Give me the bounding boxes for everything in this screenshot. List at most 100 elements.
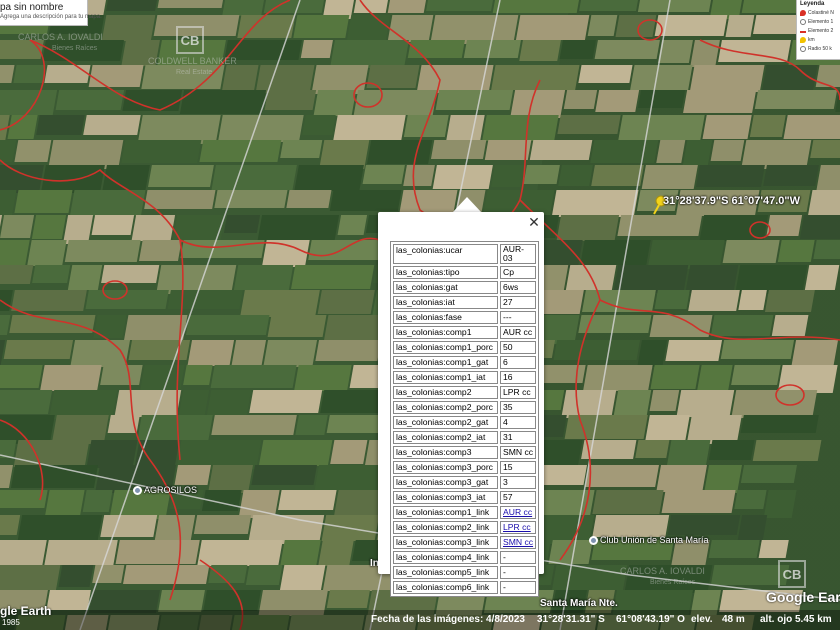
eye-altitude-readout: alt. ojo 5.45 km — [760, 614, 832, 625]
field-parcel — [176, 440, 262, 469]
field-parcel — [330, 40, 409, 68]
attribute-value: 6 — [500, 356, 537, 369]
soil-link[interactable]: SMN cc — [503, 537, 533, 547]
attribute-key: las_colonias:comp3_porc — [393, 461, 498, 474]
field-parcel — [286, 190, 332, 208]
field-parcel — [17, 515, 103, 540]
field-parcel — [11, 290, 87, 311]
field-parcel — [100, 365, 143, 385]
map-title[interactable]: pa sin nombre — [0, 2, 63, 13]
pushpin-label[interactable]: 31°28'37.9"S 61°07'47.0"W — [663, 195, 800, 207]
field-parcel — [137, 115, 221, 144]
field-parcel — [696, 365, 733, 393]
attribute-row: las_colonias:tipo Cp — [393, 266, 537, 279]
field-parcel — [816, 165, 840, 190]
field-parcel — [55, 90, 125, 110]
attribute-row: las_colonias:comp1_link AUR cc — [393, 506, 537, 519]
field-parcel — [255, 65, 315, 93]
field-parcel — [722, 240, 780, 263]
field-parcel — [484, 140, 532, 160]
field-parcel — [615, 15, 657, 37]
field-parcel — [737, 515, 768, 542]
field-parcel — [735, 265, 808, 294]
field-parcel — [649, 390, 680, 411]
field-parcel — [686, 415, 742, 444]
legend-item[interactable]: km — [800, 35, 840, 44]
attribute-value: 15 — [500, 461, 537, 474]
field-parcel — [0, 340, 6, 367]
legend-item[interactable]: Elemento 1 — [800, 17, 840, 26]
field-parcel — [279, 565, 326, 594]
legend-item[interactable]: Radio 50 k — [800, 44, 840, 53]
field-parcel — [167, 290, 243, 309]
attribute-value: - — [500, 581, 537, 594]
pin-icon — [800, 36, 806, 43]
field-parcel — [641, 165, 698, 189]
field-parcel — [558, 165, 593, 186]
field-parcel — [708, 540, 760, 558]
attribute-value: 31 — [500, 431, 537, 444]
field-parcel — [208, 565, 248, 583]
attribute-key: las_colonias:comp6_link — [393, 581, 498, 594]
attribute-value: SMN cc — [500, 446, 537, 459]
place-agrosilos[interactable]: AGROSILOS — [133, 485, 197, 496]
legend-panel: Leyenda Colastiné N Elemento 1 Elemento 2 k… — [796, 0, 840, 60]
field-parcel — [804, 265, 840, 290]
elevation-readout: 48 m — [722, 614, 745, 625]
field-parcel — [308, 240, 382, 260]
field-parcel — [240, 290, 320, 317]
field-parcel — [563, 90, 598, 109]
attribute-value: LPR cc — [500, 521, 537, 534]
imagery-date: Fecha de las imágenes: 4/8/2023 — [371, 614, 525, 625]
field-parcel — [618, 115, 705, 140]
field-parcel — [300, 40, 333, 58]
field-parcel — [264, 90, 317, 110]
google-earth-logo: Google Earth — [766, 589, 840, 605]
field-parcel — [86, 440, 138, 468]
close-icon[interactable]: ✕ — [527, 215, 541, 229]
place-club-union[interactable]: Club Unión de Santa María — [589, 535, 709, 546]
field-parcel — [637, 90, 686, 108]
field-parcel — [0, 265, 34, 284]
map-description[interactable]: Agrega una descripción para tu mapa. — [0, 14, 102, 20]
copyright-year: 1985 — [2, 618, 20, 627]
attribute-value: 27 — [500, 296, 537, 309]
field-parcel — [353, 0, 390, 13]
attribute-row: las_colonias:comp2_porc 35 — [393, 401, 537, 414]
attribute-row: las_colonias:comp2 LPR cc — [393, 386, 537, 399]
legend-item[interactable]: Colastiné N — [800, 8, 840, 17]
attribute-row: las_colonias:comp2_gat 4 — [393, 416, 537, 429]
attribute-row: las_colonias:gat 6ws — [393, 281, 537, 294]
field-parcel — [0, 465, 14, 488]
attribute-row: las_colonias:comp3 SMN cc — [393, 446, 537, 459]
soil-link[interactable]: AUR cc — [503, 507, 532, 517]
field-parcel — [688, 290, 740, 311]
field-parcel — [115, 540, 200, 564]
attribute-key: las_colonias:gat — [393, 281, 498, 294]
field-parcel — [578, 65, 633, 83]
field-parcel — [0, 390, 53, 414]
field-parcel — [758, 540, 789, 558]
field-parcel — [187, 340, 235, 366]
attribute-row: las_colonias:comp1_gat 6 — [393, 356, 537, 369]
field-parcel — [595, 90, 640, 112]
field-parcel — [387, 0, 428, 13]
field-parcel — [682, 140, 713, 165]
field-parcel — [463, 40, 521, 58]
field-parcel — [580, 240, 651, 265]
map-project-panel[interactable]: pa sin nombre Agrega una descripción par… — [0, 0, 102, 26]
field-parcel — [58, 565, 94, 587]
field-parcel — [185, 315, 270, 335]
field-parcel — [720, 340, 795, 359]
field-parcel — [193, 515, 252, 534]
legend-item[interactable]: Elemento 2 — [800, 26, 840, 35]
soil-link[interactable]: LPR cc — [503, 522, 531, 532]
field-parcel — [208, 465, 254, 493]
attribute-key: las_colonias:comp5_link — [393, 566, 498, 579]
attribute-row: las_colonias:comp1 AUR cc — [393, 326, 537, 339]
field-parcel — [294, 165, 364, 191]
field-parcel — [3, 340, 74, 359]
longitude-readout: 61°08'43.19" O — [616, 614, 685, 625]
field-parcel — [64, 240, 141, 262]
attribute-key: las_colonias:comp3_gat — [393, 476, 498, 489]
